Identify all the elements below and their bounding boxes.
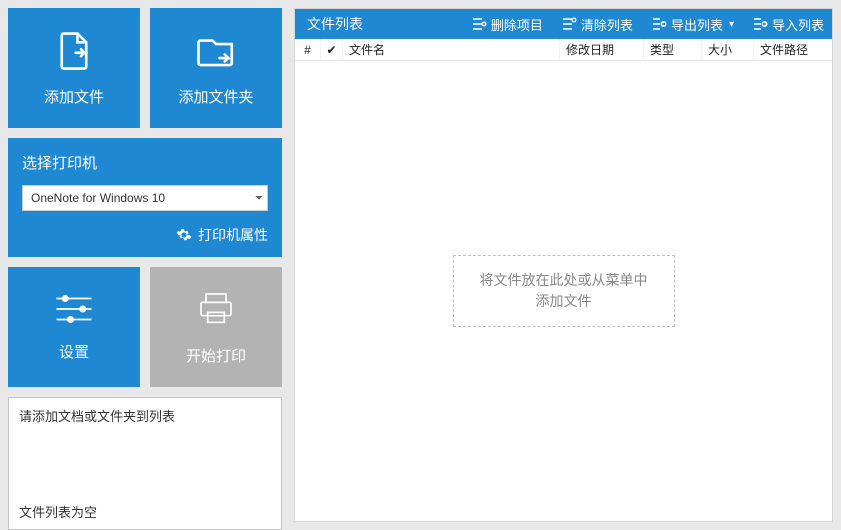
- tile-row: 添加文件 添加文件夹: [8, 8, 282, 128]
- printer-panel-title: 选择打印机: [22, 152, 268, 173]
- clear-label: 清除列表: [581, 15, 633, 34]
- action-row: 设置 开始打印: [8, 267, 282, 387]
- drop-line-2: 添加文件: [536, 293, 592, 309]
- export-label: 导出列表: [671, 15, 723, 34]
- list-export-icon: [651, 16, 667, 32]
- status-line-1: 请添加文档或文件夹到列表: [19, 406, 271, 425]
- col-date[interactable]: 修改日期: [560, 39, 644, 60]
- printer-select[interactable]: OneNote for Windows 10: [22, 185, 268, 211]
- status-box: 请添加文档或文件夹到列表 文件列表为空: [8, 397, 282, 530]
- list-clear-icon: [561, 16, 577, 32]
- export-list-button[interactable]: 导出列表 ▾: [647, 15, 738, 34]
- add-folder-button[interactable]: 添加文件夹: [150, 8, 282, 128]
- gear-icon: [176, 227, 192, 243]
- start-print-label: 开始打印: [186, 345, 246, 366]
- add-folder-label: 添加文件夹: [178, 86, 253, 107]
- file-list-title: 文件列表: [307, 14, 457, 34]
- col-size[interactable]: 大小: [702, 39, 754, 60]
- settings-label: 设置: [59, 341, 89, 362]
- printer-properties-label: 打印机属性: [198, 225, 268, 245]
- add-file-button[interactable]: 添加文件: [8, 8, 140, 128]
- column-headers: # ✔ 文件名 修改日期 类型 大小 文件路径: [295, 39, 832, 61]
- printer-properties-button[interactable]: 打印机属性: [22, 225, 268, 245]
- sliders-icon: [53, 293, 95, 325]
- delete-label: 删除项目: [491, 15, 543, 34]
- file-drop-zone[interactable]: 将文件放在此处或从菜单中 添加文件: [295, 61, 832, 521]
- list-delete-icon: [471, 16, 487, 32]
- col-check[interactable]: ✔: [321, 39, 343, 60]
- import-label: 导入列表: [772, 15, 824, 34]
- drop-hint: 将文件放在此处或从菜单中 添加文件: [453, 255, 675, 327]
- drop-line-1: 将文件放在此处或从菜单中: [480, 272, 648, 288]
- printer-panel: 选择打印机 OneNote for Windows 10 打印机属性: [8, 138, 282, 257]
- import-list-button[interactable]: 导入列表: [748, 15, 828, 34]
- settings-button[interactable]: 设置: [8, 267, 140, 387]
- left-panel: 添加文件 添加文件夹 选择打印机 OneNote for Windows 10 …: [0, 0, 290, 530]
- file-list-panel: 文件列表 删除项目 清除列表 导出列表 ▾ 导入列表 # ✔ 文件名 修改日期 类…: [294, 8, 833, 522]
- clear-list-button[interactable]: 清除列表: [557, 15, 637, 34]
- chevron-down-icon: ▾: [729, 19, 734, 30]
- file-add-icon: [53, 30, 95, 72]
- status-line-2: 文件列表为空: [19, 502, 271, 521]
- col-number[interactable]: #: [295, 39, 321, 60]
- col-type[interactable]: 类型: [644, 39, 702, 60]
- col-path[interactable]: 文件路径: [754, 39, 832, 60]
- add-file-label: 添加文件: [44, 86, 104, 107]
- folder-add-icon: [195, 30, 237, 72]
- delete-item-button[interactable]: 删除项目: [467, 15, 547, 34]
- list-import-icon: [752, 16, 768, 32]
- file-list-header: 文件列表 删除项目 清除列表 导出列表 ▾ 导入列表: [295, 9, 832, 39]
- start-print-button: 开始打印: [150, 267, 282, 387]
- printer-icon: [196, 289, 236, 329]
- col-filename[interactable]: 文件名: [343, 39, 560, 60]
